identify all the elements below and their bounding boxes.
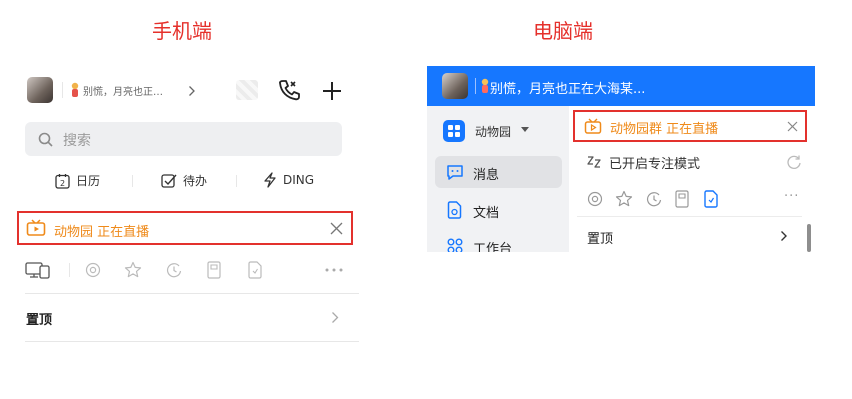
chevron-right-icon[interactable] <box>188 85 196 97</box>
blurred-thumbnail[interactable] <box>236 80 258 100</box>
document-icon <box>447 201 462 219</box>
divider <box>69 263 70 277</box>
tool-label: DING <box>283 173 315 187</box>
divider <box>236 175 237 187</box>
live-banner-text: 动物园群 正在直播 <box>610 122 719 137</box>
workbench-icon <box>447 238 463 252</box>
phone-call-icon[interactable] <box>277 78 301 102</box>
nav-label: 消息 <box>473 168 500 183</box>
history-icon[interactable] <box>166 262 182 278</box>
tool-ding[interactable]: DING <box>263 172 314 188</box>
divider <box>62 82 63 98</box>
divider <box>25 293 359 294</box>
avatar[interactable] <box>27 77 53 103</box>
nav-messages[interactable]: 消息 <box>435 156 562 188</box>
search-input[interactable]: 搜索 <box>25 122 342 156</box>
todo-check-icon <box>161 173 177 188</box>
tool-calendar[interactable]: 2 日历 <box>55 172 100 189</box>
close-icon[interactable] <box>787 121 798 132</box>
live-banner[interactable]: 动物园群 正在直播 <box>573 110 807 142</box>
desktop-window: 别慌，月亮也正在大海某... 动物园 消息 文档 工作台 动物园群 正在直播 已… <box>427 66 815 252</box>
focus-mode-text: 已开启专注模式 <box>609 157 701 172</box>
pinned-section[interactable]: 置顶 <box>587 228 613 247</box>
message-icon <box>447 165 463 180</box>
divider <box>577 216 802 217</box>
divider <box>132 175 133 187</box>
bookmark-doc-icon[interactable] <box>675 190 689 208</box>
live-banner-text: 动物园 正在直播 <box>54 225 150 240</box>
conversation-panel: 动物园群 正在直播 已开启专注模式 ··· 置顶 <box>569 106 815 252</box>
devices-icon[interactable] <box>25 261 51 279</box>
desktop-title: 电脑端 <box>533 19 593 43</box>
add-icon[interactable] <box>321 80 343 102</box>
history-icon[interactable] <box>646 191 662 207</box>
lightning-icon <box>264 172 276 188</box>
tv-live-icon <box>26 219 46 236</box>
nav-label: 文档 <box>473 206 500 221</box>
divider <box>475 78 476 94</box>
refresh-icon[interactable] <box>786 154 802 170</box>
focus-mode-icon <box>587 156 601 168</box>
mention-icon[interactable] <box>85 262 101 278</box>
bookmark-doc-icon[interactable] <box>207 261 221 279</box>
sidebar: 动物园 消息 文档 工作台 <box>427 106 569 252</box>
mention-icon[interactable] <box>587 191 603 207</box>
nav-workbench[interactable]: 工作台 <box>435 230 562 252</box>
calendar-day: 2 <box>60 179 65 188</box>
search-placeholder: 搜索 <box>63 133 91 149</box>
chevron-right-icon[interactable] <box>780 230 788 242</box>
avatar[interactable] <box>442 73 468 99</box>
mobile-title: 手机端 <box>152 19 212 43</box>
status-text[interactable]: 别慌，月亮也正在大海某... <box>490 78 645 97</box>
divider <box>25 341 359 342</box>
status-text[interactable]: 别慌，月亮也正… <box>83 83 163 98</box>
file-icon[interactable] <box>704 190 718 208</box>
live-banner[interactable]: 动物园 正在直播 <box>17 211 353 245</box>
tool-todo[interactable]: 待办 <box>161 172 207 189</box>
chevron-right-icon[interactable] <box>331 311 339 324</box>
org-name[interactable]: 动物园 <box>475 123 511 140</box>
pinned-section[interactable]: 置顶 <box>26 309 52 328</box>
org-logo[interactable] <box>443 120 465 142</box>
more-icon[interactable]: ··· <box>784 189 799 204</box>
desktop-header: 别慌，月亮也正在大海某... <box>427 66 815 106</box>
close-icon[interactable] <box>330 222 343 235</box>
figure-icon <box>71 82 79 97</box>
tv-live-icon <box>584 118 602 134</box>
tool-label: 日历 <box>76 174 101 188</box>
more-icon[interactable] <box>325 268 343 272</box>
scrollbar[interactable] <box>807 224 811 252</box>
tool-label: 待办 <box>183 174 208 188</box>
caret-down-icon[interactable] <box>521 127 529 133</box>
search-icon <box>38 132 53 147</box>
calendar-icon: 2 <box>55 173 70 189</box>
nav-label: 工作台 <box>473 242 513 252</box>
grid-icon <box>448 125 460 137</box>
figure-icon <box>481 78 489 93</box>
star-icon[interactable] <box>124 261 142 279</box>
star-icon[interactable] <box>615 190 633 208</box>
file-icon[interactable] <box>248 261 262 279</box>
nav-docs[interactable]: 文档 <box>435 194 562 226</box>
